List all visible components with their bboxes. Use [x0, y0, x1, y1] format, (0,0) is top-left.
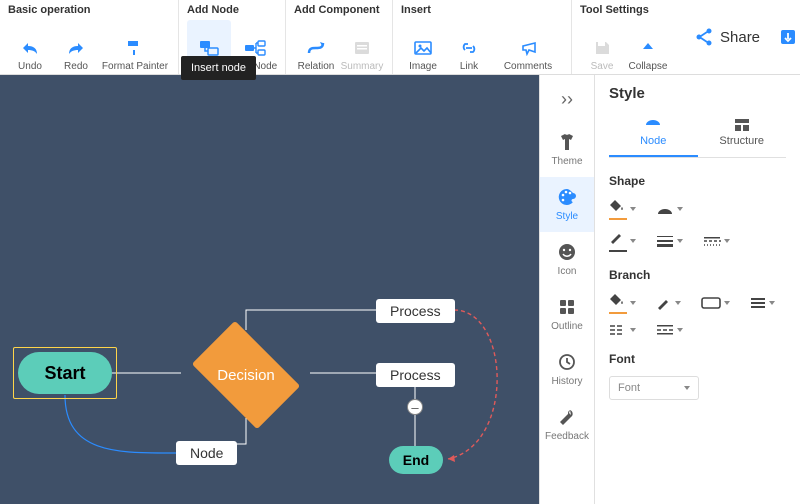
group-insert: Insert Image Link Comments [393, 0, 572, 74]
style-panel: Style Node Structure Shape Branch Font F… [595, 75, 800, 504]
side-tab-rail: ›› Theme Style Icon Outline History Feed… [539, 75, 595, 504]
group-tool-settings: Tool Settings Save Collapse [572, 0, 678, 74]
tab-history[interactable]: History [540, 342, 594, 397]
insert-image-button[interactable]: Image [401, 20, 445, 72]
save-button[interactable]: Save [580, 20, 624, 72]
pen-icon [609, 230, 625, 244]
shape-icon [656, 202, 674, 216]
share-button[interactable]: Share [694, 27, 760, 47]
tab-feedback[interactable]: Feedback [540, 397, 594, 452]
export-button[interactable]: Export [778, 27, 800, 47]
summary-button[interactable]: Summary [340, 20, 384, 72]
branch-style-b-dropdown[interactable] [656, 324, 683, 336]
tab-style[interactable]: Style [540, 177, 594, 232]
shape-type-dropdown[interactable] [656, 198, 683, 220]
node-process-1[interactable]: Process [376, 299, 455, 323]
node-icon [644, 118, 662, 132]
section-branch: Branch [609, 268, 786, 282]
shape-fill-dropdown[interactable] [609, 198, 636, 220]
panel-collapse-toggle[interactable]: ›› [561, 83, 573, 122]
tab-theme[interactable]: Theme [540, 122, 594, 177]
dash-group-icon [609, 324, 627, 336]
group-add-node: Add Node Node Sub Node Insert node [179, 0, 286, 74]
bucket-icon [609, 198, 627, 212]
mixed-lines-icon [656, 324, 674, 336]
group-title: Basic operation [8, 4, 170, 16]
bucket-icon [609, 292, 627, 306]
section-shape: Shape [609, 174, 786, 188]
smile-icon [557, 242, 577, 262]
canvas[interactable]: Start Decision Process Process Node – En… [0, 75, 539, 504]
branch-fill-dropdown[interactable] [609, 292, 636, 314]
group-title: Add Component [294, 4, 384, 16]
section-font: Font [609, 352, 786, 366]
relation-button[interactable]: Relation [294, 20, 338, 72]
panel-tab-node[interactable]: Node [609, 112, 698, 157]
wrench-icon [557, 407, 577, 427]
group-title: Tool Settings [580, 4, 670, 16]
lines-icon [750, 297, 766, 309]
insert-link-button[interactable]: Link [447, 20, 491, 72]
group-basic-operation: Basic operation Undo Redo Format Painter [0, 0, 179, 74]
collapse-button[interactable]: Collapse [626, 20, 670, 72]
top-toolbar: Basic operation Undo Redo Format Painter… [0, 0, 800, 75]
toolbar-right-actions: Share Export [678, 0, 800, 74]
grid-icon [557, 297, 577, 317]
line-style-icon [703, 235, 721, 247]
panel-tabs: Node Structure [609, 112, 786, 158]
branch-style-a-dropdown[interactable] [609, 324, 636, 336]
node-decision[interactable]: Decision [181, 332, 311, 418]
palette-icon [557, 187, 577, 207]
canvas-connectors [0, 75, 539, 504]
redo-button[interactable]: Redo [54, 20, 98, 72]
share-icon [694, 27, 714, 47]
node-collapse-toggle[interactable]: – [407, 399, 423, 415]
line-width-icon [656, 235, 674, 247]
undo-button[interactable]: Undo [8, 20, 52, 72]
clock-icon [557, 352, 577, 372]
shirt-icon [557, 132, 577, 152]
branch-rect-dropdown[interactable] [701, 292, 730, 314]
pen-icon [656, 296, 672, 310]
node-process-2[interactable]: Process [376, 363, 455, 387]
panel-tab-structure[interactable]: Structure [698, 112, 787, 157]
group-title: Add Node [187, 4, 277, 16]
main-area: Start Decision Process Process Node – En… [0, 75, 800, 504]
shape-border-color-dropdown[interactable] [609, 230, 636, 252]
rect-icon [701, 297, 721, 309]
font-family-select[interactable]: Font [609, 376, 699, 400]
structure-icon [734, 118, 750, 132]
group-title: Insert [401, 4, 563, 16]
node-end[interactable]: End [389, 446, 443, 474]
tab-outline[interactable]: Outline [540, 287, 594, 342]
format-painter-button[interactable]: Format Painter [100, 20, 170, 72]
group-add-component: Add Component Relation Summary [286, 0, 393, 74]
node-generic[interactable]: Node [176, 441, 237, 465]
node-start[interactable]: Start [18, 352, 112, 394]
shape-border-style-dropdown[interactable] [703, 230, 730, 252]
tab-icon[interactable]: Icon [540, 232, 594, 287]
branch-pen-dropdown[interactable] [656, 292, 681, 314]
export-icon [778, 27, 798, 47]
insert-comments-button[interactable]: Comments [493, 20, 563, 72]
branch-lines-dropdown[interactable] [750, 292, 775, 314]
panel-title: Style [609, 85, 786, 102]
tooltip-insert-node: Insert node [181, 56, 256, 80]
shape-border-width-dropdown[interactable] [656, 230, 683, 252]
